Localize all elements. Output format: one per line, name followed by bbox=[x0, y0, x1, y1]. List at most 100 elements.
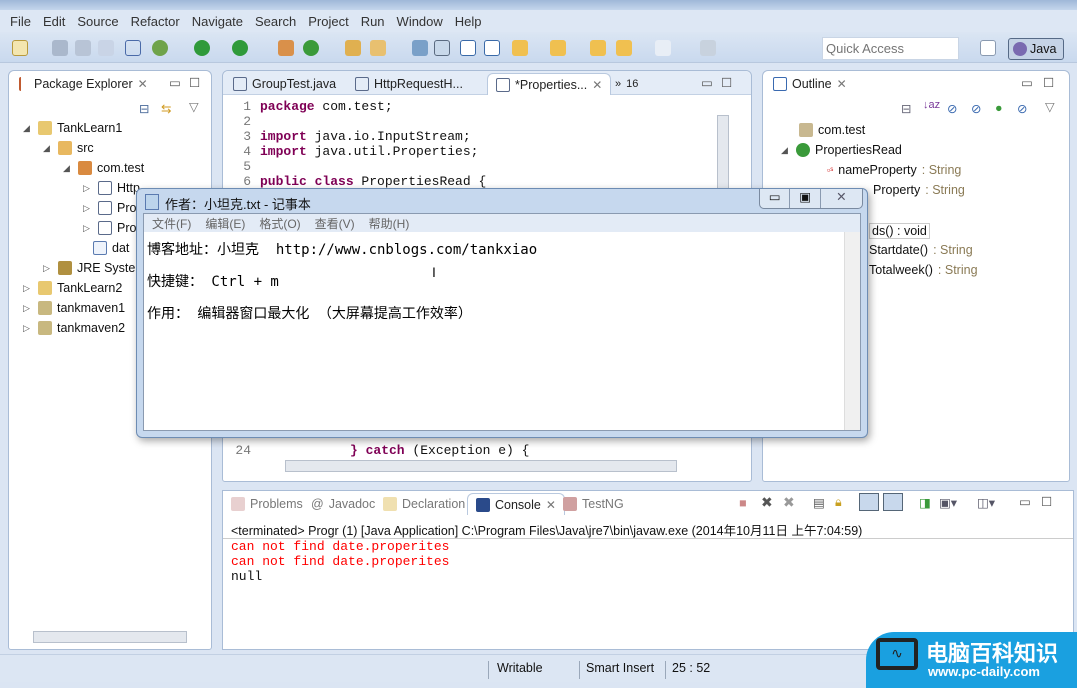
show-whitespace-icon[interactable] bbox=[484, 40, 500, 56]
collapse-all-icon[interactable]: ⊟ bbox=[901, 101, 911, 116]
notepad-menu-file[interactable]: 文件(F) bbox=[152, 215, 191, 232]
maximize-icon[interactable]: ☐ bbox=[721, 75, 732, 90]
hide-non-public-icon[interactable]: ● bbox=[995, 101, 1003, 115]
menu-help[interactable]: Help bbox=[449, 14, 488, 29]
minimize-icon[interactable]: ▭ bbox=[701, 75, 713, 90]
notepad-menu-format[interactable]: 格式(O) bbox=[259, 215, 300, 232]
tree-item-library[interactable]: ▷ JRE Syster bbox=[43, 261, 140, 275]
java-perspective-button[interactable]: Java bbox=[1008, 38, 1064, 60]
notepad-menu-view[interactable]: 查看(V) bbox=[315, 215, 355, 232]
notepad-text-area[interactable]: 博客地址：小坦克 http://www.cnblogs.com/tankxiao… bbox=[147, 234, 537, 330]
tab-propertiesread[interactable]: *Properties... ✕ bbox=[487, 73, 612, 95]
outline-item-field[interactable]: ▫ˢ nameProperty : String bbox=[827, 163, 961, 177]
pin-editor-icon[interactable] bbox=[700, 40, 716, 56]
collapse-all-icon[interactable]: ⊟ bbox=[139, 101, 149, 116]
remove-launch-icon[interactable]: ✖ bbox=[761, 494, 773, 511]
code-area[interactable]: 1 package com.test; 2 3 import java.io.Input… bbox=[231, 99, 486, 189]
tab-problems[interactable]: Problems bbox=[223, 493, 311, 515]
menu-file[interactable]: File bbox=[4, 14, 37, 29]
open-perspective-icon[interactable] bbox=[980, 40, 996, 56]
tab-declaration[interactable]: Declaration bbox=[375, 493, 473, 515]
tree-item-project[interactable]: ▷ tankmaven2 bbox=[23, 321, 125, 335]
new-class-icon[interactable] bbox=[303, 40, 319, 56]
hide-local-types-icon[interactable]: ⊘ bbox=[1017, 101, 1027, 116]
maximize-icon[interactable]: ☐ bbox=[1043, 75, 1054, 90]
tab-outline[interactable]: Outline ✕ bbox=[765, 73, 855, 95]
console-output[interactable]: can not find date.properites can not find… bbox=[231, 539, 449, 584]
outline-item-field[interactable]: Property : String bbox=[873, 183, 965, 197]
menu-window[interactable]: Window bbox=[391, 14, 449, 29]
debug-icon[interactable] bbox=[152, 40, 168, 56]
menu-project[interactable]: Project bbox=[302, 14, 354, 29]
outline-item-method[interactable]: Startdate() : String bbox=[869, 243, 973, 257]
menu-refactor[interactable]: Refactor bbox=[125, 14, 186, 29]
scroll-lock-icon[interactable]: 🔒︎ bbox=[835, 495, 842, 510]
outline-item-method[interactable]: Totalweek() : String bbox=[869, 263, 978, 277]
hide-fields-icon[interactable]: ⊘ bbox=[947, 101, 957, 116]
toggle-mark-occurrences-icon[interactable] bbox=[434, 40, 450, 56]
tree-item-file[interactable]: dat bbox=[93, 241, 129, 255]
quick-access-input[interactable] bbox=[822, 37, 959, 60]
close-icon[interactable]: ✕ bbox=[592, 78, 602, 92]
minimize-icon[interactable]: ▭ bbox=[169, 75, 181, 90]
run-icon[interactable] bbox=[194, 40, 210, 56]
tree-item-file[interactable]: ▷ Http bbox=[83, 181, 140, 195]
notepad-vertical-scrollbar[interactable] bbox=[844, 232, 860, 430]
outline-item-class[interactable]: ◢ PropertiesRead bbox=[781, 143, 902, 157]
tree-item-src[interactable]: ◢ src bbox=[43, 141, 94, 155]
last-edit-icon[interactable] bbox=[590, 40, 606, 56]
menu-edit[interactable]: Edit bbox=[37, 14, 71, 29]
remove-all-launches-icon[interactable]: ✖ bbox=[783, 494, 795, 511]
menu-navigate[interactable]: Navigate bbox=[186, 14, 249, 29]
tab-testng[interactable]: TestNG bbox=[555, 493, 632, 515]
tree-item-file[interactable]: ▷ Pro bbox=[83, 201, 136, 215]
back-icon[interactable] bbox=[616, 40, 632, 56]
hide-static-icon[interactable]: ⊘ bbox=[971, 101, 981, 116]
open-type-icon[interactable] bbox=[345, 40, 361, 56]
skip-breakpoints-icon[interactable] bbox=[125, 40, 141, 56]
horizontal-scrollbar[interactable] bbox=[285, 460, 677, 472]
show-stdout-icon[interactable] bbox=[859, 493, 879, 511]
horizontal-scrollbar[interactable] bbox=[33, 631, 187, 643]
next-annotation-icon[interactable] bbox=[512, 40, 528, 56]
tab-package-explorer[interactable]: Package Explorer ✕ bbox=[11, 73, 156, 95]
view-menu-icon[interactable]: ▽ bbox=[189, 99, 199, 114]
open-task-icon[interactable] bbox=[412, 40, 428, 56]
close-button[interactable]: ✕ bbox=[821, 189, 862, 208]
tree-item-project[interactable]: ◢ TankLearn1 bbox=[23, 121, 122, 135]
search-icon[interactable] bbox=[370, 40, 386, 56]
tab-console[interactable]: Console ✕ bbox=[467, 493, 565, 515]
outline-item-package[interactable]: com.test bbox=[799, 123, 865, 137]
previous-annotation-icon[interactable] bbox=[550, 40, 566, 56]
close-icon[interactable]: ✕ bbox=[138, 77, 148, 91]
tab-httprequest[interactable]: HttpRequestH... bbox=[347, 73, 471, 95]
tree-item-project[interactable]: ▷ TankLearn2 bbox=[23, 281, 122, 295]
code-line[interactable]: 24} catch (Exception e) { bbox=[231, 443, 529, 458]
maximize-icon[interactable]: ☐ bbox=[1041, 494, 1052, 509]
tree-item-file[interactable]: ▷ Pro bbox=[83, 221, 136, 235]
pin-console-icon[interactable]: ◨ bbox=[919, 495, 931, 510]
sort-icon[interactable]: ↓az bbox=[923, 99, 940, 111]
show-stderr-icon[interactable] bbox=[883, 493, 903, 511]
forward-icon[interactable] bbox=[655, 40, 671, 56]
block-selection-icon[interactable] bbox=[460, 40, 476, 56]
minimize-button[interactable]: ▭ bbox=[760, 189, 791, 208]
view-menu-icon[interactable]: ▽ bbox=[1045, 99, 1055, 114]
close-icon[interactable]: ✕ bbox=[837, 77, 847, 91]
maximize-button[interactable]: ▣ bbox=[790, 189, 821, 208]
save-all-icon[interactable] bbox=[75, 40, 91, 56]
new-icon[interactable] bbox=[12, 40, 28, 56]
link-with-editor-icon[interactable]: ⇆ bbox=[161, 101, 171, 116]
terminate-icon[interactable]: ■ bbox=[739, 496, 747, 510]
display-console-icon[interactable]: ▣▾ bbox=[939, 495, 957, 510]
tab-javadoc[interactable]: @ Javadoc bbox=[303, 493, 383, 515]
menu-run[interactable]: Run bbox=[355, 14, 391, 29]
maximize-icon[interactable]: ☐ bbox=[189, 75, 200, 90]
tree-item-package[interactable]: ◢ com.test bbox=[63, 161, 144, 175]
minimize-icon[interactable]: ▭ bbox=[1021, 75, 1033, 90]
notepad-menu-help[interactable]: 帮助(H) bbox=[369, 215, 410, 232]
tree-item-project[interactable]: ▷ tankmaven1 bbox=[23, 301, 125, 315]
save-icon[interactable] bbox=[52, 40, 68, 56]
open-console-icon[interactable]: ◫▾ bbox=[977, 495, 995, 510]
outline-item-method[interactable]: ds() : void bbox=[869, 223, 930, 239]
